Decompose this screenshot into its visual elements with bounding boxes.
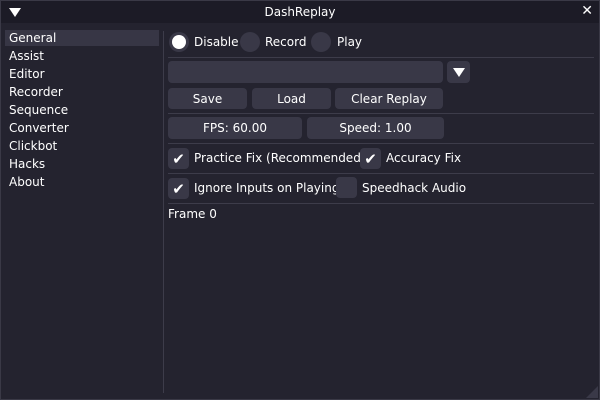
separator [168, 57, 594, 58]
window-title: DashReplay [264, 5, 336, 19]
speedhack-audio-label: Speedhack Audio [362, 181, 467, 195]
replay-name-input[interactable] [168, 61, 443, 83]
vertical-divider [163, 31, 164, 393]
speed-input[interactable]: Speed: 1.00 [307, 117, 444, 139]
checkmark-icon: ✔ [172, 149, 185, 168]
close-icon[interactable]: ✕ [581, 3, 593, 19]
sidebar-item-about[interactable]: About [5, 174, 159, 190]
sidebar-item-recorder[interactable]: Recorder [5, 84, 159, 100]
separator [168, 143, 594, 144]
radio-play[interactable] [311, 32, 331, 52]
radio-play-label: Play [337, 35, 363, 49]
fps-input[interactable]: FPS: 60.00 [168, 117, 302, 139]
sidebar-item-assist[interactable]: Assist [5, 48, 159, 64]
collapse-triangle-icon[interactable] [9, 8, 21, 17]
sidebar-item-clickbot[interactable]: Clickbot [5, 138, 159, 154]
radio-disable[interactable] [169, 32, 189, 52]
sidebar-item-converter[interactable]: Converter [5, 120, 159, 136]
radio-disable-label: Disable [194, 35, 239, 49]
clear-replay-button[interactable]: Clear Replay [335, 88, 443, 109]
radio-record-label: Record [265, 35, 307, 49]
accuracy-fix-checkbox[interactable]: ✔ [360, 148, 381, 169]
sidebar-item-sequence[interactable]: Sequence [5, 102, 159, 118]
title-bar[interactable]: DashReplay ✕ [1, 1, 599, 23]
practice-fix-checkbox[interactable]: ✔ [168, 148, 189, 169]
ignore-inputs-label: Ignore Inputs on Playing [194, 181, 340, 195]
resize-grip[interactable] [586, 386, 598, 398]
sidebar-item-general[interactable]: General [5, 30, 159, 46]
separator [168, 113, 594, 114]
sidebar-item-editor[interactable]: Editor [5, 66, 159, 82]
sidebar-item-hacks[interactable]: Hacks [5, 156, 159, 172]
dashreplay-window: DashReplay ✕ General Assist Editor Recor… [0, 0, 600, 400]
ignore-inputs-checkbox[interactable]: ✔ [168, 178, 189, 199]
checkmark-icon: ✔ [172, 179, 185, 198]
load-button[interactable]: Load [252, 88, 331, 109]
accuracy-fix-label: Accuracy Fix [386, 151, 462, 165]
checkmark-icon: ✔ [364, 149, 377, 168]
radio-record[interactable] [240, 32, 260, 52]
speedhack-audio-checkbox[interactable] [336, 177, 357, 198]
chevron-down-icon [452, 67, 465, 77]
separator [168, 203, 594, 204]
replay-dropdown-button[interactable] [447, 61, 470, 83]
frame-status: Frame 0 [168, 207, 217, 221]
practice-fix-label: Practice Fix (Recommended) [194, 151, 366, 165]
save-button[interactable]: Save [168, 88, 247, 109]
separator [168, 173, 594, 174]
